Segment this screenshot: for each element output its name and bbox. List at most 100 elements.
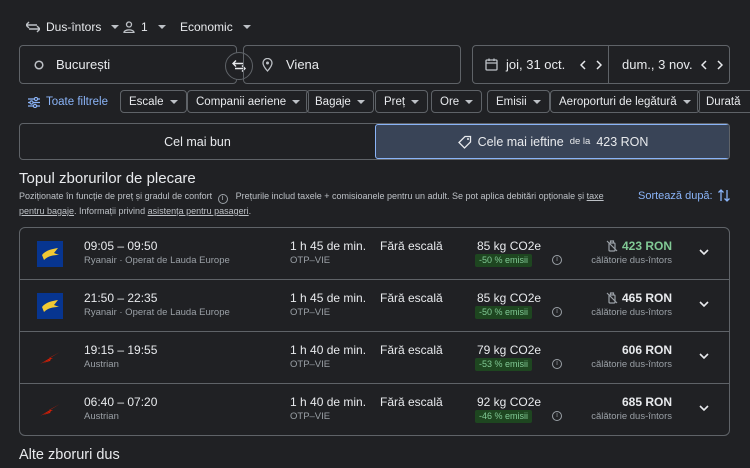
flight-duration: 1 h 40 de min. bbox=[290, 395, 367, 409]
flight-row[interactable]: 19:15 – 19:55 Austrian 1 h 40 de min. OT… bbox=[20, 332, 729, 384]
info-icon[interactable]: i bbox=[552, 359, 562, 369]
passengers-count: 1 bbox=[141, 20, 148, 34]
chevron-down-icon bbox=[532, 99, 541, 104]
cabin-class-select[interactable]: Economic bbox=[180, 18, 251, 36]
period: . bbox=[248, 206, 252, 216]
flight-price: 685 RON bbox=[622, 395, 672, 409]
flight-price-note: călătorie dus-întors bbox=[591, 411, 672, 422]
flight-airline: Austrian bbox=[84, 411, 119, 422]
chevron-down-icon bbox=[465, 99, 474, 104]
chevron-down-icon bbox=[356, 99, 365, 104]
filter-chip-stops[interactable]: Escale bbox=[120, 90, 187, 113]
flight-stops: Fără escală bbox=[380, 395, 443, 409]
chevron-down-icon[interactable] bbox=[699, 353, 709, 360]
flight-price-note: călătorie dus-întors bbox=[591, 359, 672, 370]
section-title: Topul zborurilor de plecare bbox=[19, 170, 196, 187]
chip-label: Aeroporturi de legătură bbox=[559, 95, 677, 108]
other-flights-title: Alte zboruri dus bbox=[19, 447, 120, 463]
chevron-left-icon[interactable] bbox=[580, 59, 586, 70]
flight-row[interactable]: 09:05 – 09:50 Ryanair · Operat de Lauda … bbox=[20, 228, 729, 280]
tab-cheapest[interactable]: Cele mai ieftine de la 423 RON bbox=[375, 124, 729, 159]
return-date-input[interactable]: dum., 3 nov. bbox=[609, 46, 729, 83]
flight-stops: Fără escală bbox=[380, 343, 443, 357]
sort-by-button[interactable]: Sortează după: bbox=[638, 189, 730, 202]
chip-label: Companii aeriene bbox=[196, 95, 287, 108]
destination-input[interactable]: Viena bbox=[243, 45, 461, 84]
price-note: Prețurile includ taxele + comisioanele p… bbox=[235, 191, 585, 201]
tab-cheapest-label: Cele mai ieftine bbox=[477, 134, 564, 149]
austrian-logo-icon bbox=[40, 404, 60, 416]
flight-airline: Austrian bbox=[84, 359, 119, 370]
filter-chip-price[interactable]: Preț bbox=[375, 90, 429, 113]
chevron-down-icon[interactable] bbox=[699, 249, 709, 256]
filter-chip-emissions[interactable]: Emisii bbox=[487, 90, 550, 113]
sort-by-label: Sortează după: bbox=[638, 189, 713, 202]
flight-co2: 85 kg CO2e bbox=[477, 239, 542, 253]
emissions-badge: -50 % emisii bbox=[475, 254, 533, 267]
passenger-assistance-link[interactable]: asistența pentru pasageri bbox=[148, 206, 249, 216]
flight-stops: Fără escală bbox=[380, 291, 443, 305]
person-icon bbox=[123, 21, 135, 33]
flight-duration: 1 h 45 de min. bbox=[290, 291, 367, 305]
trip-type-label: Dus-întors bbox=[46, 20, 102, 34]
flight-times: 06:40 – 07:20 bbox=[84, 395, 158, 409]
chevron-down-icon[interactable] bbox=[699, 405, 709, 412]
trip-type-select[interactable]: Dus-întors bbox=[26, 18, 120, 36]
tab-best[interactable]: Cel mai bun bbox=[20, 124, 375, 159]
flight-route: OTP–VIE bbox=[290, 411, 331, 422]
chip-label: Escale bbox=[129, 95, 164, 108]
chevron-down-icon bbox=[169, 99, 178, 104]
flight-duration: 1 h 40 de min. bbox=[290, 343, 367, 357]
flight-times: 19:15 – 19:55 bbox=[84, 343, 158, 357]
flight-route: OTP–VIE bbox=[290, 255, 331, 266]
origin-value: București bbox=[56, 57, 111, 72]
origin-input[interactable]: București bbox=[19, 45, 237, 84]
info-icon[interactable]: i bbox=[552, 255, 562, 265]
filter-chip-duration[interactable]: Durată bbox=[697, 90, 750, 113]
filter-chip-times[interactable]: Ore bbox=[431, 90, 483, 113]
emissions-badge: -50 % emisii bbox=[475, 306, 533, 319]
flight-price: 465 RON bbox=[606, 291, 672, 305]
depart-date-input[interactable]: joi, 31 oct. bbox=[473, 46, 609, 83]
info-text: . Informații privind bbox=[74, 206, 146, 216]
flight-price-value: 685 RON bbox=[621, 395, 672, 409]
flight-price: 606 RON bbox=[622, 343, 672, 357]
flight-route: OTP–VIE bbox=[290, 307, 331, 318]
chevron-down-icon bbox=[111, 25, 120, 29]
flight-co2: 79 kg CO2e bbox=[477, 343, 542, 357]
chip-label: Bagaje bbox=[315, 95, 351, 108]
filter-chip-airlines[interactable]: Companii aeriene bbox=[187, 90, 310, 113]
ryanair-logo-icon bbox=[37, 241, 63, 267]
chevron-right-icon[interactable] bbox=[596, 59, 602, 70]
flight-co2: 92 kg CO2e bbox=[477, 395, 542, 409]
filter-chip-bags[interactable]: Bagaje bbox=[306, 90, 374, 113]
passengers-select[interactable]: 1 bbox=[123, 18, 166, 36]
flight-price-value: 423 RON bbox=[621, 239, 672, 253]
flight-airline: Ryanair · Operat de Lauda Europe bbox=[84, 255, 230, 266]
chevron-down-icon bbox=[682, 99, 691, 104]
chevron-right-icon[interactable] bbox=[717, 59, 723, 70]
all-filters-button[interactable]: Toate filtrele bbox=[28, 95, 108, 109]
chevron-left-icon[interactable] bbox=[701, 59, 707, 70]
flight-airline: Ryanair · Operat de Lauda Europe bbox=[84, 307, 230, 318]
filter-sliders-icon bbox=[28, 96, 40, 108]
flight-price-note: călătorie dus-întors bbox=[591, 307, 672, 318]
chevron-down-icon[interactable] bbox=[699, 301, 709, 308]
sort-icon bbox=[717, 189, 730, 202]
price-info-note: Poziționate în funcție de preț și gradul… bbox=[19, 189, 629, 218]
info-icon[interactable]: i bbox=[217, 194, 228, 204]
info-icon[interactable]: i bbox=[552, 307, 562, 317]
chevron-down-icon bbox=[292, 99, 301, 104]
tab-best-label: Cel mai bun bbox=[164, 134, 231, 149]
flight-price-value: 465 RON bbox=[621, 291, 672, 305]
austrian-logo-icon bbox=[40, 352, 60, 364]
round-trip-icon bbox=[26, 21, 40, 33]
flight-stops: Fără escală bbox=[380, 239, 443, 253]
flight-row[interactable]: 06:40 – 07:20 Austrian 1 h 40 de min. OT… bbox=[20, 384, 729, 435]
depart-date-value: joi, 31 oct. bbox=[506, 57, 566, 72]
ranking-note: Poziționate în funcție de preț și gradul… bbox=[19, 191, 213, 201]
filter-chip-connecting-airports[interactable]: Aeroporturi de legătură bbox=[550, 90, 700, 113]
flight-row[interactable]: 21:50 – 22:35 Ryanair · Operat de Lauda … bbox=[20, 280, 729, 332]
info-icon[interactable]: i bbox=[552, 411, 562, 421]
no-carry-on-bag-icon bbox=[606, 292, 618, 304]
